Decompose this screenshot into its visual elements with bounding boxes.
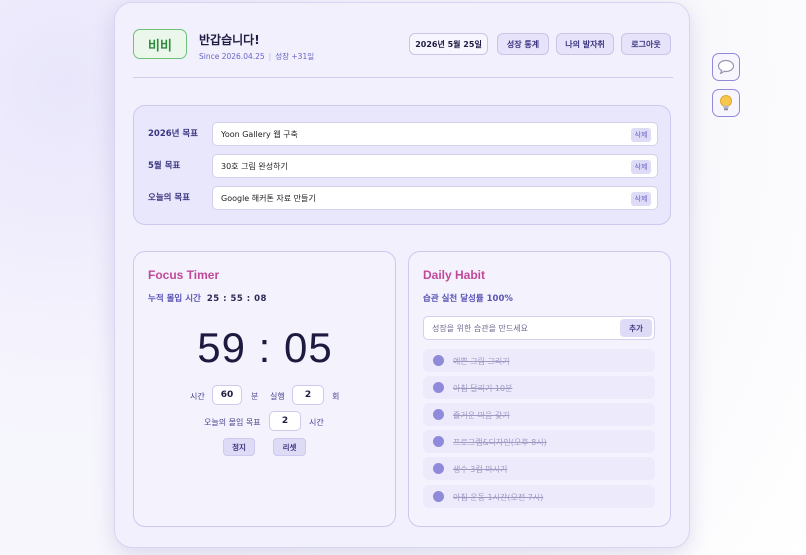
since-date: Since 2026.04.25: [199, 52, 265, 61]
check-dot-icon[interactable]: [433, 355, 444, 366]
habit-text: 생수 3컵 마시기: [453, 465, 508, 474]
goal-input-year[interactable]: Yoon Gallery 웹 구축 삭제: [212, 122, 658, 146]
check-dot-icon[interactable]: [433, 409, 444, 420]
speech-bubble-button[interactable]: [712, 53, 740, 81]
main-card: 비비 반갑습니다! Since 2026.04.25 | 성장 +31일 2026년…: [114, 2, 690, 548]
timer-title: Focus Timer: [148, 268, 220, 282]
goals-panel: 2026년 목표 Yoon Gallery 웹 구축 삭제 5월 목표 30호 …: [133, 105, 671, 225]
delete-button[interactable]: 삭제: [631, 192, 651, 206]
daily-goal-label: 오늘의 몰입 목표: [204, 418, 261, 427]
runs-input[interactable]: 2: [292, 385, 324, 405]
growth-stats-button[interactable]: 성장 통계: [497, 33, 549, 55]
habit-input[interactable]: 성장을 위한 습관을 만드세요 추가: [423, 316, 655, 340]
logout-button[interactable]: 로그아웃: [621, 33, 671, 55]
habit-text: 즐거운 마음 갖기: [453, 411, 510, 420]
goal-label: 2026년 목표: [148, 129, 199, 139]
add-habit-button[interactable]: 추가: [620, 319, 652, 337]
focus-timer-panel: Focus Timer 누적 몰입 시간 25 : 55 : 08 59 : 05…: [133, 251, 396, 527]
goal-row-month: 5월 목표 30호 그림 완성하기 삭제: [148, 154, 658, 178]
timer-display: 59 : 05: [197, 324, 333, 371]
goal-text: Google 해커톤 자료 만들기: [221, 193, 316, 203]
header-divider: [133, 77, 673, 78]
stop-button[interactable]: 정지: [223, 438, 255, 456]
goal-text: Yoon Gallery 웹 구축: [221, 129, 298, 139]
minutes-unit: 분: [251, 392, 259, 401]
greeting-subtitle: Since 2026.04.25 | 성장 +31일: [199, 51, 314, 62]
daily-goal-input[interactable]: 2: [269, 411, 301, 431]
run-label: 실행: [270, 392, 285, 401]
habit-text: 예쁜 그림 그리기: [453, 357, 510, 366]
habit-text: 프로그램&디자인(오후 8시): [453, 438, 547, 447]
check-dot-icon[interactable]: [433, 491, 444, 502]
goal-row-year: 2026년 목표 Yoon Gallery 웹 구축 삭제: [148, 122, 658, 146]
time-label: 시간: [190, 392, 205, 401]
separator: |: [268, 52, 272, 61]
check-dot-icon[interactable]: [433, 382, 444, 393]
list-item[interactable]: 즐거운 마음 갖기: [423, 403, 655, 426]
check-dot-icon[interactable]: [433, 463, 444, 474]
runs-unit: 회: [332, 392, 340, 401]
goal-label: 오늘의 목표: [148, 193, 191, 203]
growth-days: 성장 +31일: [275, 52, 315, 61]
current-date: 2026년 5월 25일: [409, 33, 488, 55]
check-dot-icon[interactable]: [433, 436, 444, 447]
greeting-block: 반갑습니다! Since 2026.04.25 | 성장 +31일: [199, 31, 314, 62]
list-item[interactable]: 생수 3컵 마시기: [423, 457, 655, 480]
list-item[interactable]: 프로그램&디자인(오후 8시): [423, 430, 655, 453]
header: 비비 반갑습니다! Since 2026.04.25 | 성장 +31일 2026년…: [133, 27, 673, 61]
total-focus-time: 누적 몰입 시간 25 : 55 : 08: [148, 292, 267, 304]
daily-goal-unit: 시간: [309, 418, 324, 427]
goal-label: 5월 목표: [148, 161, 181, 171]
list-item[interactable]: 예쁜 그림 그리기: [423, 349, 655, 372]
minutes-input[interactable]: 60: [212, 385, 242, 405]
habit-rate: 습관 실천 달성률 100%: [423, 294, 513, 304]
delete-button[interactable]: 삭제: [631, 128, 651, 142]
goal-input-today[interactable]: Google 해커톤 자료 만들기 삭제: [212, 186, 658, 210]
habit-placeholder: 성장을 위한 습관을 만드세요: [432, 323, 528, 333]
total-focus-value: 25 : 55 : 08: [206, 294, 267, 304]
my-footprints-button[interactable]: 나의 발자취: [556, 33, 614, 55]
habit-title: Daily Habit: [423, 268, 486, 282]
greeting-title: 반갑습니다!: [199, 33, 260, 47]
goal-input-month[interactable]: 30호 그림 완성하기 삭제: [212, 154, 658, 178]
habit-text: 아침 달리기 10분: [453, 384, 513, 393]
daily-habit-panel: Daily Habit 습관 실천 달성률 100% 성장을 위한 습관을 만드…: [408, 251, 671, 527]
lightbulb-button[interactable]: [712, 89, 740, 117]
avatar[interactable]: 비비: [133, 29, 187, 59]
total-focus-label: 누적 몰입 시간: [148, 294, 201, 304]
goal-row-today: 오늘의 목표 Google 해커톤 자료 만들기 삭제: [148, 186, 658, 210]
reset-button[interactable]: 리셋: [273, 438, 306, 456]
list-item[interactable]: 아침 운동 1시간(오전 7시): [423, 485, 655, 508]
delete-button[interactable]: 삭제: [631, 160, 651, 174]
speech-bubble-icon: [717, 59, 735, 75]
habit-text: 아침 운동 1시간(오전 7시): [453, 493, 544, 502]
lightbulb-icon: [720, 95, 732, 111]
goal-text: 30호 그림 완성하기: [221, 161, 288, 171]
list-item[interactable]: 아침 달리기 10분: [423, 376, 655, 399]
